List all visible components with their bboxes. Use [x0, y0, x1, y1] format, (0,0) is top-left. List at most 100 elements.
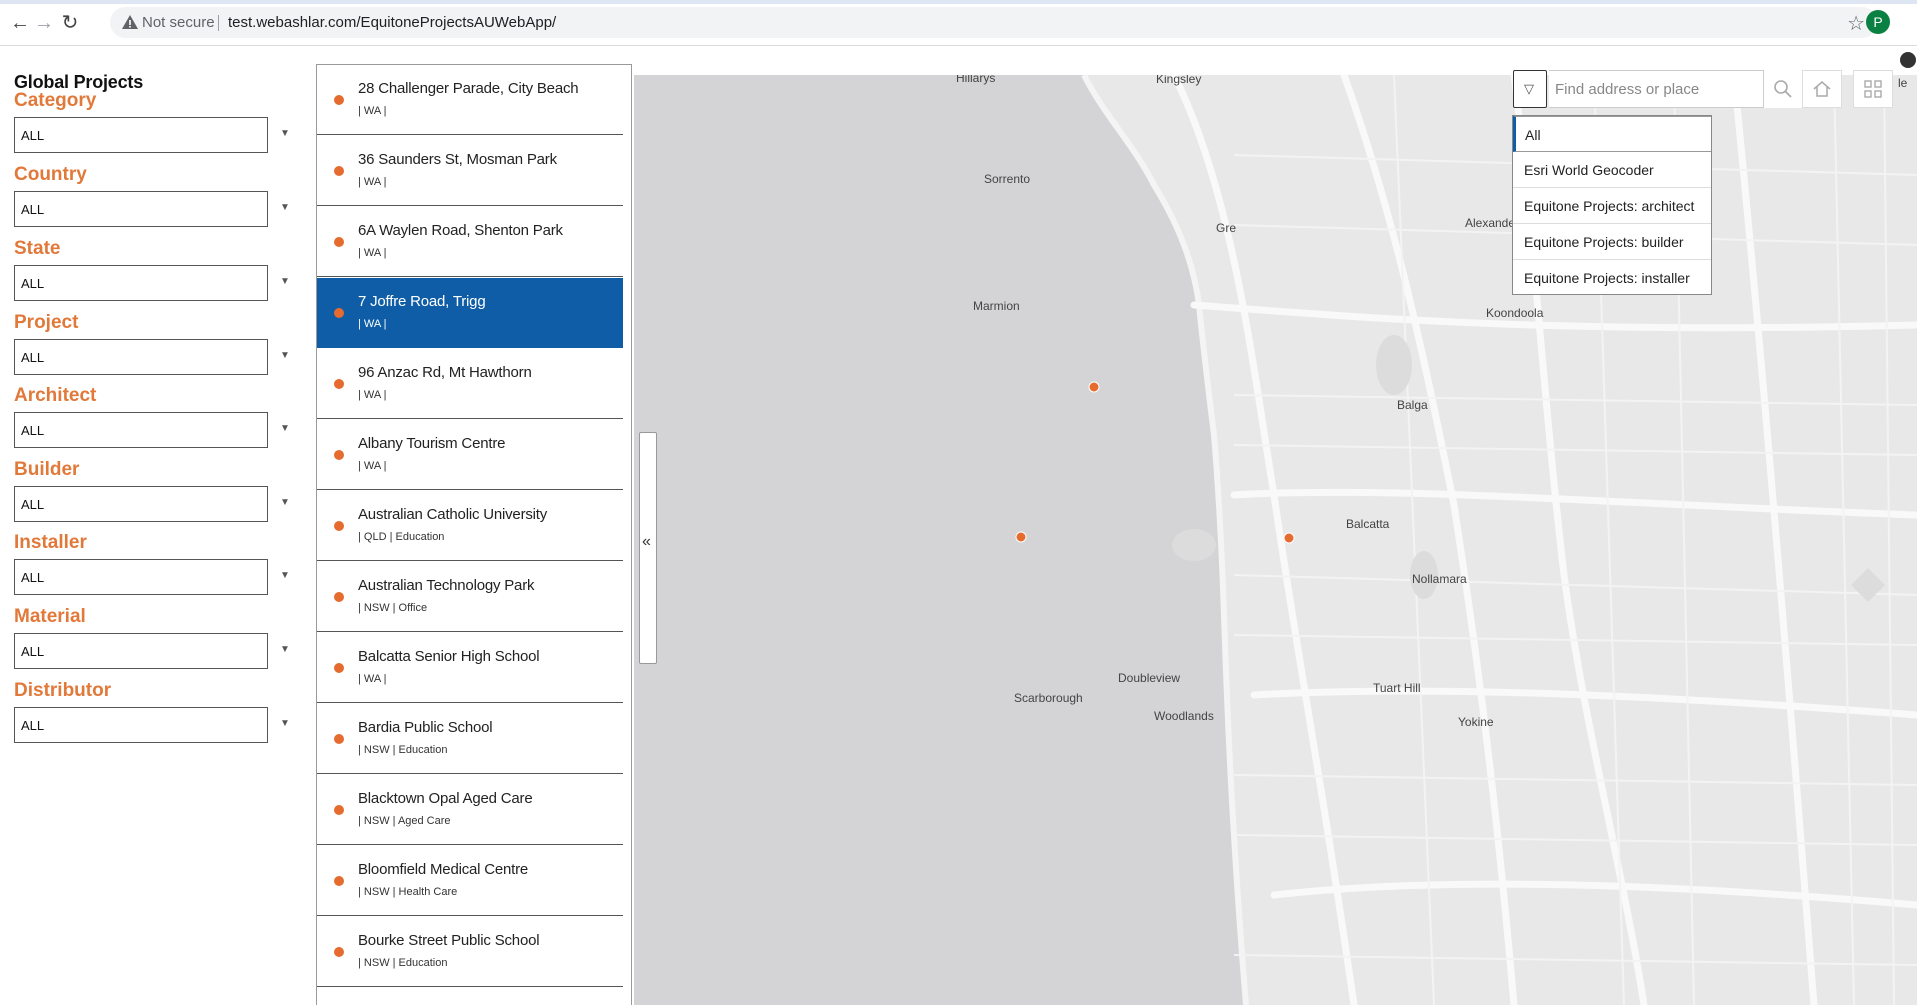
bookmark-star-icon[interactable]: ☆	[1847, 11, 1865, 36]
place-label: Sorrento	[984, 172, 1031, 186]
chevron-down-icon[interactable]: ▼	[280, 202, 290, 213]
installer-select[interactable]: ALL	[14, 559, 268, 595]
project-dot-icon	[334, 947, 344, 957]
architect-select[interactable]: ALL	[14, 412, 268, 448]
project-meta: | NSW | Education	[358, 957, 448, 969]
address-bar[interactable]: Not secure test.webashlar.com/EquitonePr…	[110, 7, 1877, 38]
project-title: Blacktown Opal Aged Care	[358, 790, 533, 807]
chevron-down-icon[interactable]: ▼	[280, 350, 290, 361]
list-item[interactable]: Bourke Street Public School | NSW | Educ…	[317, 917, 623, 987]
forward-icon[interactable]: →	[32, 11, 56, 35]
project-meta: | WA |	[358, 247, 387, 259]
back-icon[interactable]: ←	[8, 11, 32, 35]
menu-item-all[interactable]: All	[1513, 116, 1711, 152]
project-title: Bardia Public School	[358, 719, 493, 736]
list-item[interactable]: 36 Saunders St, Mosman Park | WA |	[317, 136, 623, 206]
state-select[interactable]: ALL	[14, 265, 268, 301]
list-item[interactable]: Blacktown Opal Aged Care | NSW | Aged Ca…	[317, 775, 623, 845]
list-item[interactable]: Balcatta Senior High School | WA |	[317, 633, 623, 703]
chevron-down-icon[interactable]: ▼	[280, 423, 290, 434]
chevron-down-icon[interactable]: ▼	[280, 497, 290, 508]
profile-avatar[interactable]: P	[1866, 10, 1890, 34]
project-meta: | WA |	[358, 176, 387, 188]
place-label: Balcatta	[1346, 517, 1390, 531]
project-meta: | WA |	[358, 460, 387, 472]
search-source-toggle[interactable]: ▽	[1513, 70, 1547, 108]
browser-toolbar: ← → ↻ Not secure test.webashlar.com/Equi…	[0, 0, 1917, 46]
list-item[interactable]: Australian Catholic University | QLD | E…	[317, 491, 623, 561]
select-value: ALL	[21, 128, 45, 143]
map-view[interactable]: Hillarys Kingsley Sorrento Gre Alexander…	[634, 75, 1917, 1005]
list-item[interactable]: Bardia Public School | NSW | Education	[317, 704, 623, 774]
filter-category: Category ALL ▼	[14, 90, 304, 160]
list-item[interactable]: Australian Technology Park | NSW | Offic…	[317, 562, 623, 632]
place-label: Balga	[1397, 398, 1428, 412]
chevron-down-icon[interactable]: ▼	[280, 644, 290, 655]
filter-label: Distributor	[14, 680, 112, 701]
project-title: 96 Anzac Rd, Mt Hawthorn	[358, 364, 532, 381]
menu-item-architect[interactable]: Equitone Projects: architect	[1513, 188, 1711, 224]
chevron-down-icon[interactable]: ▼	[280, 570, 290, 581]
chevron-down-icon[interactable]: ▼	[280, 276, 290, 287]
project-select[interactable]: ALL	[14, 339, 268, 375]
reload-icon[interactable]: ↻	[58, 11, 82, 35]
collapse-panel-button[interactable]: «	[639, 432, 657, 664]
project-meta: | WA |	[358, 105, 387, 117]
warning-icon[interactable]	[120, 12, 140, 32]
filter-label: State	[14, 238, 61, 259]
map-basemap[interactable]	[634, 75, 1917, 1005]
project-dot-icon	[334, 876, 344, 886]
filter-label: Country	[14, 164, 87, 185]
url-text[interactable]: test.webashlar.com/EquitoneProjectsAUWeb…	[228, 14, 556, 31]
menu-item-builder[interactable]: Equitone Projects: builder	[1513, 224, 1711, 260]
filter-label: Builder	[14, 459, 80, 480]
select-value: ALL	[21, 276, 45, 291]
list-item[interactable]: Albany Tourism Centre | WA |	[317, 420, 623, 490]
project-title: 6A Waylen Road, Shenton Park	[358, 222, 563, 239]
map-edge-label: le	[1898, 76, 1908, 90]
filter-state: State ALL ▼	[14, 238, 304, 308]
menu-item-label: Equitone Projects: builder	[1524, 234, 1684, 250]
project-title: Bloomfield Medical Centre	[358, 861, 529, 878]
filter-distributor: Distributor ALL ▼	[14, 680, 304, 750]
project-dot-icon	[334, 308, 344, 318]
search-input[interactable]	[1549, 70, 1764, 108]
builder-select[interactable]: ALL	[14, 486, 268, 522]
list-item-selected[interactable]: 7 Joffre Road, Trigg | WA |	[317, 278, 623, 348]
basemap-gallery-button[interactable]	[1853, 70, 1893, 108]
filter-project: Project ALL ▼	[14, 312, 304, 382]
material-select[interactable]: ALL	[14, 633, 268, 669]
chevron-down-icon[interactable]: ▼	[280, 718, 290, 729]
menu-item-label: Equitone Projects: installer	[1524, 270, 1690, 286]
overflow-menu-icon[interactable]	[1900, 52, 1916, 68]
list-item[interactable]: 28 Challenger Parade, City Beach | WA |	[317, 65, 623, 135]
category-select[interactable]: ALL	[14, 117, 268, 153]
project-dot-icon	[334, 592, 344, 602]
list-item[interactable]: 6A Waylen Road, Shenton Park | WA |	[317, 207, 623, 277]
project-meta: | QLD | Education	[358, 531, 445, 543]
project-meta: | NSW | Office	[358, 602, 428, 614]
home-button[interactable]	[1802, 70, 1842, 108]
search-button[interactable]	[1764, 70, 1802, 108]
menu-item-esri-world-geocoder[interactable]: Esri World Geocoder	[1513, 152, 1711, 188]
list-item[interactable]: 96 Anzac Rd, Mt Hawthorn | WA |	[317, 349, 623, 419]
place-label: Yokine	[1458, 715, 1494, 729]
project-meta: | WA |	[358, 389, 387, 401]
list-item[interactable]: Bloomfield Medical Centre | NSW | Health…	[317, 846, 623, 916]
place-label: Woodlands	[1154, 709, 1214, 723]
project-title: Australian Catholic University	[358, 506, 548, 523]
project-dot-icon	[334, 379, 344, 389]
place-label: Doubleview	[1118, 671, 1181, 685]
project-dot-icon	[334, 237, 344, 247]
distributor-select[interactable]: ALL	[14, 707, 268, 743]
select-value: ALL	[21, 350, 45, 365]
filter-architect: Architect ALL ▼	[14, 385, 304, 455]
place-label: Scarborough	[1014, 691, 1083, 705]
place-label: Marmion	[973, 299, 1020, 313]
menu-item-installer[interactable]: Equitone Projects: installer	[1513, 260, 1711, 296]
country-select[interactable]: ALL	[14, 191, 268, 227]
project-dot-icon	[334, 663, 344, 673]
project-dot-icon	[334, 166, 344, 176]
chevron-down-icon[interactable]: ▼	[280, 128, 290, 139]
project-meta: | WA |	[358, 673, 387, 685]
